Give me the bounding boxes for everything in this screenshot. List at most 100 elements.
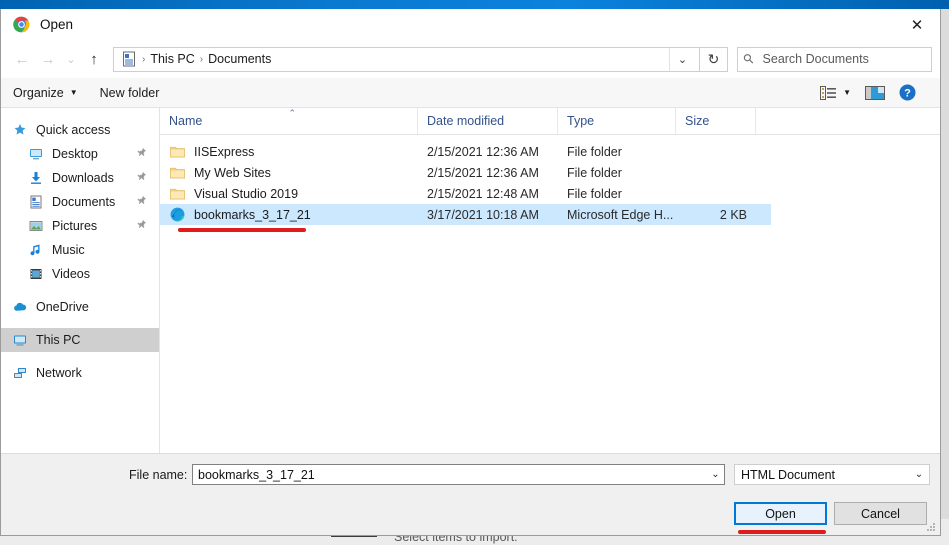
address-bar[interactable]: › This PC › Documents ⌄ — [113, 46, 700, 72]
thispc-icon — [11, 333, 29, 347]
change-view-button[interactable]: ▼ — [820, 85, 851, 100]
file-name-label: IISExpress — [194, 144, 255, 159]
sidebar-label: Quick access — [36, 123, 111, 137]
file-name-cell: My Web Sites — [160, 165, 418, 181]
pin-icon[interactable] — [136, 171, 147, 185]
new-folder-label: New folder — [99, 85, 160, 100]
column-header-name[interactable]: ⌃ Name — [160, 108, 418, 134]
sidebar-item-documents[interactable]: Documents — [1, 190, 159, 214]
file-list-pane: ⌃ Name Date modified Type Size IISExpres… — [160, 108, 940, 453]
file-name-input[interactable]: ⌄ — [192, 464, 725, 485]
desktop-icon — [27, 147, 45, 161]
edge-icon — [169, 207, 186, 223]
open-button[interactable]: Open — [734, 502, 827, 525]
sidebar-item-downloads[interactable]: Downloads — [1, 166, 159, 190]
back-button[interactable]: ← — [9, 46, 35, 72]
file-date-cell: 2/15/2021 12:36 AM — [427, 144, 539, 159]
view-chevron-down-icon: ▼ — [843, 88, 851, 97]
network-icon — [11, 366, 29, 380]
file-date-cell: 2/15/2021 12:36 AM — [427, 165, 539, 180]
dialog-body: Quick access Desktop Downloads Documents… — [1, 108, 940, 453]
pin-icon[interactable] — [136, 147, 147, 161]
file-type-value: HTML Document — [741, 467, 836, 482]
download-icon — [27, 171, 45, 185]
chrome-icon — [13, 16, 30, 33]
background-browser-titlebar-strip — [0, 0, 949, 9]
cloud-icon — [11, 300, 29, 314]
new-folder-button[interactable]: New folder — [100, 86, 160, 100]
file-name-cell: IISExpress — [160, 144, 418, 160]
table-row[interactable]: My Web Sites 2/15/2021 12:36 AM File fol… — [160, 162, 940, 183]
table-row[interactable]: IISExpress 2/15/2021 12:36 AM File folde… — [160, 141, 940, 162]
star-icon — [11, 123, 29, 137]
preview-pane-icon[interactable] — [865, 85, 885, 100]
view-controls: ▼ ? — [820, 84, 928, 101]
navigation-sidebar: Quick access Desktop Downloads Documents… — [1, 108, 160, 453]
svg-text:?: ? — [904, 88, 911, 100]
sidebar-item-pictures[interactable]: Pictures — [1, 214, 159, 238]
dialog-footer: File name: ⌄ HTML Document ⌄ Open Cancel — [1, 453, 940, 535]
annotation-underline-open — [738, 530, 826, 534]
sidebar-label: Videos — [52, 267, 90, 281]
documents-icon — [27, 195, 45, 209]
file-type-cell: File folder — [567, 165, 622, 180]
file-list: IISExpress 2/15/2021 12:36 AM File folde… — [160, 135, 940, 453]
sidebar-item-music[interactable]: Music — [1, 238, 159, 262]
file-type-cell: File folder — [567, 144, 622, 159]
sidebar-item-network[interactable]: Network — [1, 361, 159, 385]
organize-button[interactable]: Organize ▼ — [13, 86, 78, 100]
table-row-selected[interactable]: bookmarks_3_17_21 3/17/2021 10:18 AM Mic… — [160, 204, 771, 225]
up-button[interactable]: ↑ — [81, 46, 107, 72]
pin-icon[interactable] — [136, 195, 147, 209]
file-type-select[interactable]: HTML Document ⌄ — [734, 464, 930, 485]
file-name-label: Visual Studio 2019 — [194, 186, 299, 201]
chevron-down-icon: ⌄ — [914, 469, 924, 480]
search-placeholder: Search Documents — [762, 52, 869, 66]
breadcrumb-item-this-pc[interactable]: This PC — [146, 52, 198, 66]
dialog-titlebar: Open ✕ — [1, 9, 940, 40]
file-name-dropdown-icon[interactable]: ⌄ — [707, 465, 724, 484]
column-header-size[interactable]: Size — [676, 108, 756, 134]
sort-ascending-icon: ⌃ — [288, 108, 297, 118]
column-header-row: ⌃ Name Date modified Type Size — [160, 108, 940, 135]
sidebar-label: Downloads — [52, 171, 114, 185]
sidebar-label: Documents — [52, 195, 116, 209]
pin-icon[interactable] — [136, 219, 147, 233]
music-icon — [27, 243, 45, 257]
sidebar-label: Network — [36, 366, 82, 380]
column-header-date-modified[interactable]: Date modified — [418, 108, 558, 134]
forward-button[interactable]: → — [35, 46, 61, 72]
file-name-label: My Web Sites — [194, 165, 271, 180]
sidebar-label: Desktop — [52, 147, 98, 161]
recent-locations-button[interactable]: ⌄ — [61, 46, 81, 72]
sidebar-item-desktop[interactable]: Desktop — [1, 142, 159, 166]
column-label: Name — [169, 114, 203, 128]
help-button[interactable]: ? — [899, 84, 916, 101]
sidebar-label: OneDrive — [36, 300, 89, 314]
sidebar-item-videos[interactable]: Videos — [1, 262, 159, 286]
annotation-underline-file — [178, 228, 306, 232]
column-header-type[interactable]: Type — [558, 108, 676, 134]
close-icon[interactable]: ✕ — [894, 9, 940, 40]
refresh-icon[interactable]: ↻ — [700, 46, 728, 72]
file-name-cell: Visual Studio 2019 — [160, 186, 418, 202]
breadcrumb-item-documents[interactable]: Documents — [204, 52, 275, 66]
sidebar-label: This PC — [36, 333, 81, 347]
address-dropdown-icon[interactable]: ⌄ — [669, 47, 695, 71]
file-type-cell: Microsoft Edge H... — [567, 207, 674, 222]
search-input[interactable]: ⚲ Search Documents — [737, 46, 932, 72]
sidebar-item-this-pc[interactable]: This PC — [1, 328, 159, 352]
file-name-value[interactable] — [193, 467, 707, 482]
navigation-bar: ← → ⌄ ↑ › This PC › Documents ⌄ ↻ ⚲ Sear… — [1, 40, 940, 78]
sidebar-label: Pictures — [52, 219, 98, 233]
resize-grip[interactable] — [925, 521, 937, 533]
folder-icon — [169, 144, 186, 160]
file-size-cell: 2 KB — [719, 207, 747, 222]
file-date-cell: 2/15/2021 12:48 AM — [427, 186, 539, 201]
cancel-button[interactable]: Cancel — [834, 502, 927, 525]
folder-icon — [169, 186, 186, 202]
sidebar-item-quick-access[interactable]: Quick access — [1, 118, 159, 142]
sidebar-item-onedrive[interactable]: OneDrive — [1, 295, 159, 319]
table-row[interactable]: Visual Studio 2019 2/15/2021 12:48 AM Fi… — [160, 183, 940, 204]
dialog-title: Open — [40, 17, 74, 32]
